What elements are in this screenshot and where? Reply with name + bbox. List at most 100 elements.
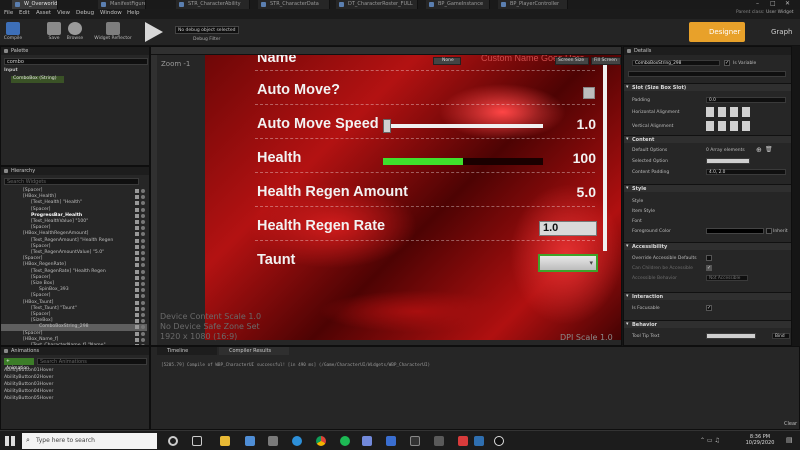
- clock[interactable]: 8:36 PM 10/29/2020: [740, 434, 780, 446]
- content-section[interactable]: Content: [624, 135, 791, 143]
- graph-button[interactable]: Graph: [749, 22, 797, 42]
- lock-icon[interactable]: [135, 319, 139, 324]
- app-icon[interactable]: [434, 436, 444, 446]
- lock-icon[interactable]: [135, 269, 139, 274]
- play-icon[interactable]: [145, 22, 163, 42]
- fill-screen-button[interactable]: Fill Screen: [591, 57, 621, 65]
- lock-icon[interactable]: [135, 288, 139, 293]
- minimize-button[interactable]: –: [756, 0, 759, 7]
- visibility-icon[interactable]: [141, 313, 145, 317]
- lock-icon[interactable]: [135, 263, 139, 268]
- taskbar-search-input[interactable]: ⌕ Type here to search: [22, 433, 157, 449]
- visibility-icon[interactable]: [141, 201, 145, 206]
- visibility-icon[interactable]: [141, 269, 145, 274]
- lock-icon[interactable]: [135, 232, 139, 237]
- visibility-icon[interactable]: [141, 282, 145, 286]
- app-icon[interactable]: [458, 436, 468, 446]
- menu-debug[interactable]: Debug: [76, 10, 94, 16]
- menu-edit[interactable]: Edit: [19, 10, 30, 16]
- visibility-icon[interactable]: [141, 300, 145, 305]
- visibility-icon[interactable]: [141, 294, 145, 299]
- notification-icon[interactable]: ▤: [786, 436, 793, 444]
- tool-tip-input[interactable]: [706, 333, 756, 339]
- visibility-icon[interactable]: [141, 257, 145, 262]
- tab-timeline[interactable]: Timeline: [157, 347, 217, 355]
- speed-slider-track[interactable]: [383, 124, 543, 128]
- animation-item[interactable]: AbilityButton03Hover: [4, 382, 144, 389]
- file-explorer-icon[interactable]: [220, 436, 230, 446]
- clear-button[interactable]: Clear: [784, 421, 797, 427]
- lock-icon[interactable]: [135, 337, 139, 342]
- tab-0[interactable]: W_Overworld: [12, 0, 58, 9]
- browse-button[interactable]: Browse: [64, 22, 86, 41]
- save-button[interactable]: Save: [44, 22, 64, 41]
- menu-asset[interactable]: Asset: [36, 10, 51, 16]
- store-icon[interactable]: [268, 436, 278, 446]
- maximize-button[interactable]: □: [770, 0, 776, 7]
- add-animation-button[interactable]: + Animation: [4, 358, 34, 371]
- animations-search-input[interactable]: Search Animations: [37, 358, 147, 365]
- menu-file[interactable]: File: [4, 10, 13, 16]
- lock-icon[interactable]: [135, 331, 139, 336]
- visibility-icon[interactable]: [141, 325, 145, 330]
- visibility-icon[interactable]: [141, 319, 145, 324]
- canvas-scrollbar[interactable]: [603, 61, 607, 251]
- palette-group-input[interactable]: Input: [4, 68, 148, 75]
- lock-icon[interactable]: [135, 257, 139, 262]
- padding-input[interactable]: 0.0: [706, 97, 786, 103]
- designer-viewport[interactable]: Zoom -1 Name Custom Name Goes Here Auto …: [150, 46, 622, 346]
- details-search-input[interactable]: [628, 71, 786, 77]
- visibility-icon[interactable]: [141, 226, 145, 231]
- lock-icon[interactable]: [135, 325, 139, 330]
- h-align-buttons[interactable]: [706, 107, 752, 117]
- lock-icon[interactable]: [135, 207, 139, 212]
- lock-icon[interactable]: [135, 195, 139, 200]
- spotify-icon[interactable]: [340, 436, 350, 446]
- lock-icon[interactable]: [135, 300, 139, 305]
- animation-item[interactable]: AbilityButton01Hover: [4, 368, 144, 375]
- cortana-icon[interactable]: [168, 436, 178, 446]
- slot-section[interactable]: Slot (Size Box Slot): [624, 83, 791, 91]
- app-icon[interactable]: [474, 436, 484, 446]
- hierarchy-search-input[interactable]: Search Widgets: [4, 178, 139, 185]
- lock-icon[interactable]: [135, 294, 139, 299]
- selected-option-input[interactable]: [706, 158, 750, 164]
- visibility-icon[interactable]: [141, 213, 145, 218]
- edge-icon[interactable]: [292, 436, 302, 446]
- discord-icon[interactable]: [362, 436, 372, 446]
- lock-icon[interactable]: [135, 282, 139, 286]
- windows-start-icon[interactable]: [5, 436, 15, 446]
- lock-icon[interactable]: [135, 213, 139, 218]
- widget-canvas[interactable]: Name Custom Name Goes Here Auto Move? Au…: [205, 55, 621, 340]
- visibility-icon[interactable]: [141, 331, 145, 336]
- override-defaults-checkbox[interactable]: [706, 255, 712, 261]
- visibility-icon[interactable]: [141, 232, 145, 237]
- visibility-icon[interactable]: [141, 189, 145, 193]
- visibility-icon[interactable]: [141, 238, 145, 243]
- palette-item-combobox[interactable]: ComboBox (String): [11, 76, 64, 83]
- animation-item[interactable]: AbilityButton04Hover: [4, 389, 144, 396]
- lock-icon[interactable]: [135, 189, 139, 193]
- lock-icon[interactable]: [135, 238, 139, 243]
- menu-view[interactable]: View: [57, 10, 70, 16]
- visibility-icon[interactable]: [141, 207, 145, 212]
- lock-icon[interactable]: [135, 201, 139, 206]
- regen-rate-spinbox[interactable]: 1.0: [539, 221, 597, 236]
- chrome-icon[interactable]: [316, 436, 326, 446]
- visibility-icon[interactable]: [141, 244, 145, 249]
- bind-button[interactable]: Bind: [772, 333, 790, 339]
- speed-slider-thumb[interactable]: [383, 119, 391, 133]
- tab-5[interactable]: BP_GameInstance: [426, 0, 490, 9]
- menu-help[interactable]: Help: [127, 10, 140, 16]
- compile-button[interactable]: Compile: [2, 22, 24, 41]
- lock-icon[interactable]: [135, 220, 139, 224]
- auto-move-checkbox[interactable]: [583, 87, 595, 99]
- system-tray-icons[interactable]: ⌃ ▭ ♫: [700, 437, 720, 444]
- visibility-icon[interactable]: [141, 288, 145, 293]
- foreground-color-swatch[interactable]: [706, 228, 764, 234]
- style-section[interactable]: Style: [624, 184, 791, 192]
- taunt-combobox[interactable]: ▾: [539, 255, 597, 271]
- designer-button[interactable]: Designer: [689, 22, 745, 42]
- lock-icon[interactable]: [135, 306, 139, 311]
- dpi-scale[interactable]: DPI Scale 1.0: [560, 333, 613, 342]
